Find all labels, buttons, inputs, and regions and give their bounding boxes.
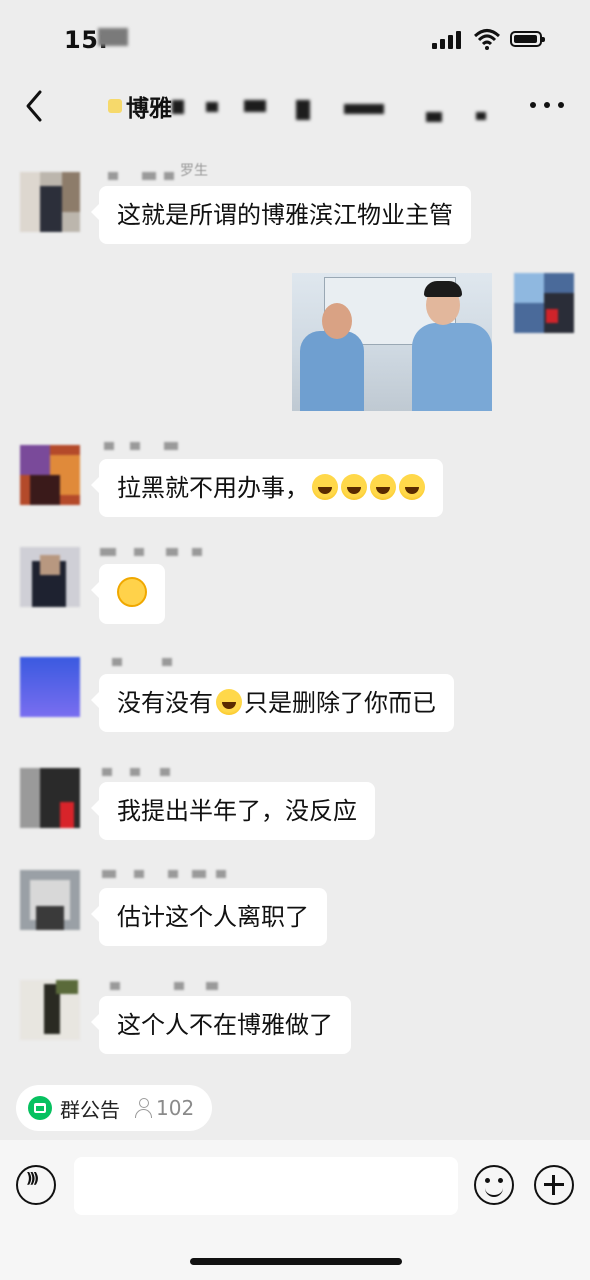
laugh-emoji <box>370 474 396 500</box>
avatar[interactable] <box>20 445 80 505</box>
laugh-emoji <box>341 474 367 500</box>
message-bubble[interactable]: 估计这个人离职了 <box>91 888 327 946</box>
avatar[interactable] <box>20 547 80 607</box>
avatar[interactable] <box>20 768 80 828</box>
laugh-emoji <box>399 474 425 500</box>
message-bubble[interactable]: 我提出半年了，没反应 <box>91 782 375 840</box>
message-input[interactable] <box>74 1157 458 1215</box>
title-blur <box>244 100 266 112</box>
signal-icon <box>432 31 464 49</box>
image-person <box>412 323 492 411</box>
avatar[interactable] <box>20 172 80 232</box>
sender-name <box>100 442 190 450</box>
plus-icon[interactable] <box>534 1165 574 1205</box>
message-bubble[interactable]: 没有没有 只是删除了你而已 <box>91 674 454 732</box>
image-person <box>322 303 352 339</box>
person-icon <box>134 1098 152 1118</box>
more-icon[interactable] <box>530 102 564 110</box>
home-indicator <box>190 1258 402 1265</box>
message-text: 拉黑就不用办事， <box>117 474 309 502</box>
message-text: 没有没有 <box>117 689 213 717</box>
laugh-emoji <box>312 474 338 500</box>
message-bubble[interactable] <box>91 564 165 624</box>
notice-icon <box>28 1096 52 1120</box>
sender-name <box>100 548 210 556</box>
title-blur <box>206 102 218 112</box>
title-blur <box>426 112 442 122</box>
message-text: 只是删除了你而已 <box>244 689 436 717</box>
time-blur <box>98 28 128 46</box>
back-icon[interactable] <box>18 86 52 126</box>
sender-name <box>100 870 230 878</box>
group-notice-label: 群公告 <box>60 1097 120 1122</box>
avatar[interactable] <box>20 980 80 1040</box>
title-emoji <box>108 99 122 113</box>
title-blur <box>172 100 184 114</box>
image-person <box>300 331 364 411</box>
nav-bar: 博雅 <box>0 78 590 134</box>
group-notice-button[interactable]: 群公告 102 <box>16 1085 213 1131</box>
chat-title[interactable]: 博雅 <box>108 90 172 122</box>
self-avatar[interactable] <box>514 273 574 333</box>
title-blur <box>476 112 486 120</box>
avatar[interactable] <box>20 657 80 717</box>
sender-name <box>100 768 180 776</box>
voice-icon[interactable] <box>16 1165 56 1205</box>
avatar[interactable] <box>20 870 80 930</box>
sender-name-suffix: 罗生 <box>180 163 208 179</box>
image-person <box>424 281 462 297</box>
emoji-icon[interactable] <box>474 1165 514 1205</box>
message-bubble[interactable]: 这就是所谓的博雅滨江物业主管 <box>91 186 471 244</box>
title-blur <box>344 104 384 114</box>
chat-title-text: 博雅 <box>126 96 172 122</box>
member-count: 102 <box>134 1096 194 1120</box>
image-message[interactable] <box>292 273 492 411</box>
laugh-emoji <box>216 689 242 715</box>
title-blur <box>296 100 310 120</box>
member-count-value: 102 <box>156 1096 195 1120</box>
battery-icon <box>510 31 545 47</box>
sender-name <box>110 982 220 990</box>
message-bubble[interactable]: 这个人不在博雅做了 <box>91 996 351 1054</box>
wifi-icon <box>474 29 500 50</box>
status-bar: 15: <box>0 0 590 78</box>
sender-name <box>108 658 178 666</box>
message-bubble[interactable]: 拉黑就不用办事， <box>91 459 443 517</box>
thinking-emoji <box>117 577 147 607</box>
